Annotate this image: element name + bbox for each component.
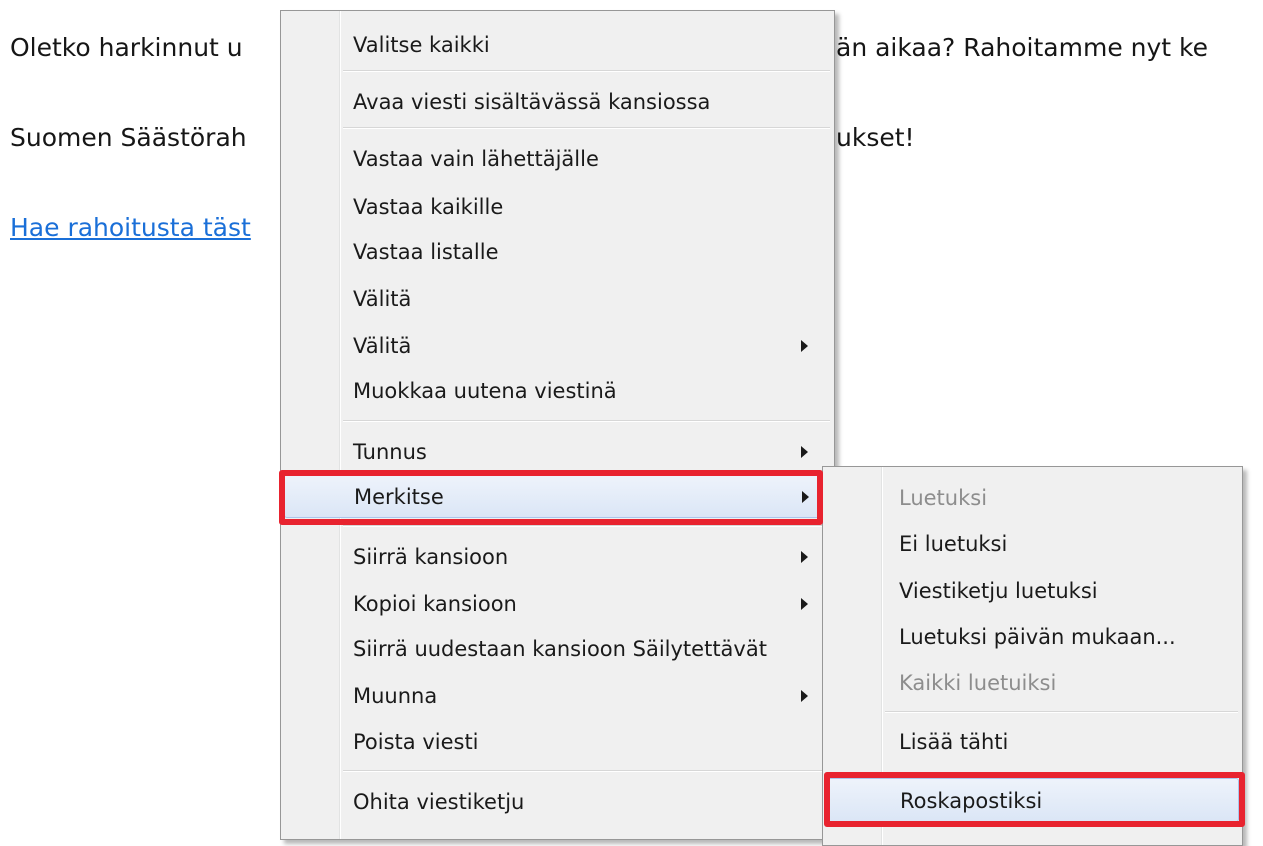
submenu-item-thread-read[interactable]: Viestiketju luetuksi [823,569,1242,613]
menu-item-label: Siirrä uudestaan kansioon Säilytettävät [353,637,767,661]
submenu-item-unread[interactable]: Ei luetuksi [823,522,1242,566]
menu-item-label: Muokkaa uutena viestinä [353,379,617,403]
menu-separator [343,770,830,772]
menu-item-label: Poista viesti [353,730,479,754]
menu-item-tag[interactable]: Tunnus [281,430,834,474]
submenu-item-mark-as-spam[interactable]: Roskapostiksi [826,778,1239,822]
submenu-item-read-by-date[interactable]: Luetuksi päivän mukaan... [823,615,1242,659]
mark-submenu: Luetuksi Ei luetuksi Viestiketju luetuks… [822,466,1243,846]
menu-item-label: Vastaa vain lähettäjälle [353,147,599,171]
submenu-item-all-read: Kaikki luetuiksi [823,661,1242,705]
menu-item-label: Kopioi kansioon [353,592,517,616]
menu-item-label: Välitä [353,334,412,358]
menu-item-label: Muunna [353,684,438,708]
menu-item-label: Luetuksi [899,486,988,510]
menu-item-label: Viestiketju luetuksi [899,579,1098,603]
menu-item-reply-sender[interactable]: Vastaa vain lähettäjälle [281,137,834,181]
menu-item-delete-message[interactable]: Poista viesti [281,720,834,764]
menu-separator [343,420,830,422]
menu-item-label: Roskapostiksi [900,789,1043,813]
menu-item-edit-as-new[interactable]: Muokkaa uutena viestinä [281,369,834,413]
menu-item-reply-list[interactable]: Vastaa listalle [281,230,834,274]
menu-item-label: Lisää tähti [899,730,1009,754]
submenu-item-read: Luetuksi [823,476,1242,520]
menu-item-ignore-thread[interactable]: Ohita viestiketju [281,780,834,824]
email-paragraph-2-start: Suomen Säästörah [10,123,247,152]
menu-separator [343,525,830,527]
menu-separator [343,127,830,129]
menu-item-label: Ei luetuksi [899,532,1008,556]
menu-item-label: Avaa viesti sisältävässä kansiossa [353,90,711,114]
menu-item-label: Valitse kaikki [353,33,490,57]
menu-item-move-to-folder[interactable]: Siirrä kansioon [281,535,834,579]
submenu-arrow-icon [801,551,808,563]
submenu-arrow-icon [801,340,808,352]
menu-item-open-in-folder[interactable]: Avaa viesti sisältävässä kansiossa [281,80,834,124]
menu-item-label: Luetuksi päivän mukaan... [899,625,1176,649]
email-paragraph-1-end: än aikaa? Rahoitamme nyt ke [836,33,1209,62]
email-funding-link[interactable]: Hae rahoitusta täst [10,213,251,243]
menu-item-label: Kaikki luetuiksi [899,671,1057,695]
menu-item-move-again-archive[interactable]: Siirrä uudestaan kansioon Säilytettävät [281,627,834,671]
menu-item-convert[interactable]: Muunna [281,674,834,718]
menu-item-copy-to-folder[interactable]: Kopioi kansioon [281,582,834,626]
submenu-arrow-icon [801,690,808,702]
context-menu: Valitse kaikki Avaa viesti sisältävässä … [280,10,835,840]
menu-item-label: Ohita viestiketju [353,790,525,814]
menu-item-mark[interactable]: Merkitse [284,474,831,518]
menu-item-label: Välitä [353,287,412,311]
menu-item-forward[interactable]: Välitä [281,277,834,321]
menu-item-label: Tunnus [353,440,427,464]
menu-separator [343,70,830,72]
email-paragraph-2-end: ukset! [836,123,915,152]
menu-separator [885,711,1238,713]
submenu-arrow-icon [802,491,809,503]
submenu-item-add-star[interactable]: Lisää tähti [823,720,1242,764]
menu-item-label: Siirrä kansioon [353,545,509,569]
submenu-arrow-icon [801,446,808,458]
menu-item-forward-submenu[interactable]: Välitä [281,324,834,368]
menu-item-label: Vastaa listalle [353,240,499,264]
menu-item-reply-all[interactable]: Vastaa kaikille [281,185,834,229]
menu-item-label: Merkitse [354,485,444,509]
menu-item-select-all[interactable]: Valitse kaikki [281,23,834,67]
menu-item-label: Vastaa kaikille [353,195,504,219]
submenu-arrow-icon [801,598,808,610]
email-paragraph-1-start: Oletko harkinnut u [10,33,243,62]
